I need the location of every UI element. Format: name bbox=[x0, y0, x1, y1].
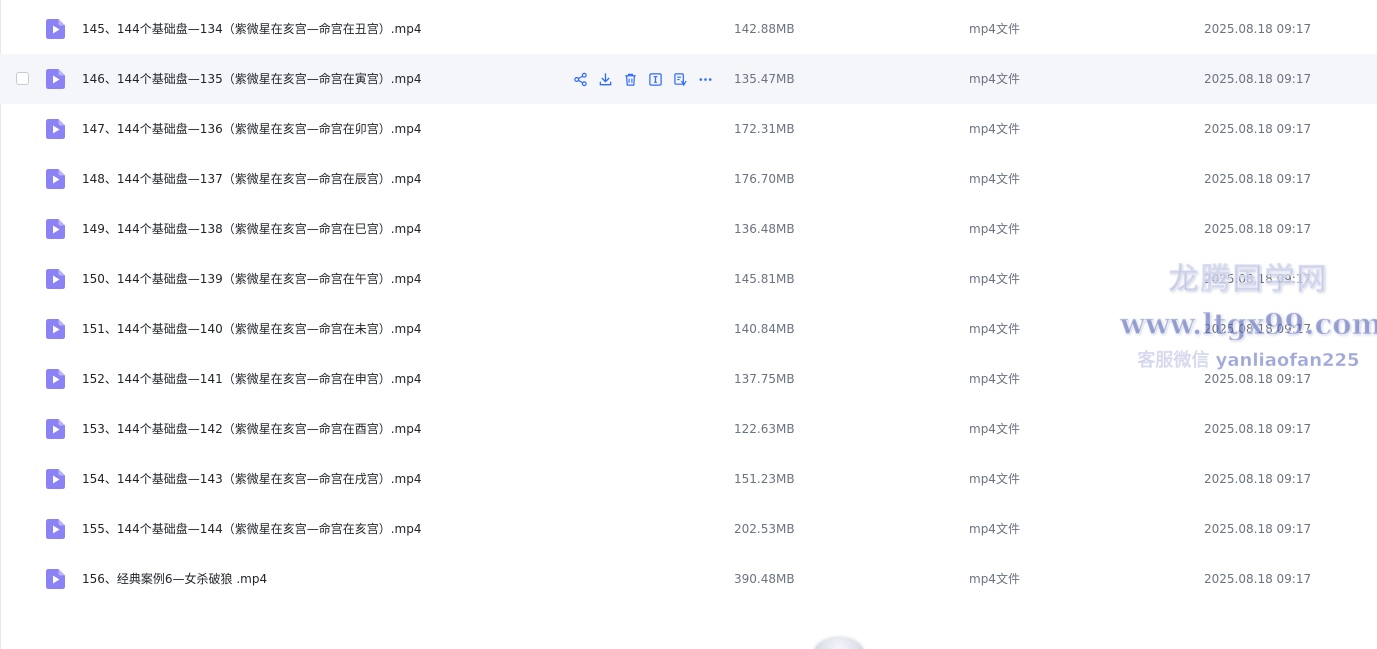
file-type: mp4文件 bbox=[969, 422, 1020, 436]
file-modified-date: 2025.08.18 09:17 bbox=[1204, 572, 1312, 586]
video-file-icon bbox=[46, 419, 65, 439]
file-size: 122.63MB bbox=[734, 422, 795, 436]
file-list: 145、144个基础盘—134（紫微星在亥宫—命宫在丑宫）.mp4 142.88M… bbox=[0, 4, 1377, 604]
video-file-icon bbox=[46, 219, 65, 239]
row-checkbox[interactable] bbox=[16, 72, 29, 85]
floating-assistant-button[interactable] bbox=[814, 638, 864, 649]
copy-icon[interactable] bbox=[673, 72, 698, 87]
file-name[interactable]: 154、144个基础盘—143（紫微星在亥宫—命宫在戌宫）.mp4 bbox=[82, 471, 421, 487]
file-size: 151.23MB bbox=[734, 472, 795, 486]
file-row[interactable]: 150、144个基础盘—139（紫微星在亥宫—命宫在午宫）.mp4 145.81M… bbox=[0, 254, 1377, 304]
file-list-page: 145、144个基础盘—134（紫微星在亥宫—命宫在丑宫）.mp4 142.88M… bbox=[0, 0, 1377, 649]
file-modified-date: 2025.08.18 09:17 bbox=[1204, 272, 1312, 286]
file-modified-date: 2025.08.18 09:17 bbox=[1204, 222, 1312, 236]
video-file-icon bbox=[46, 69, 65, 89]
file-row[interactable]: 149、144个基础盘—138（紫微星在亥宫—命宫在巳宫）.mp4 136.48M… bbox=[0, 204, 1377, 254]
file-type: mp4文件 bbox=[969, 522, 1020, 536]
file-type: mp4文件 bbox=[969, 572, 1020, 586]
file-row[interactable]: 153、144个基础盘—142（紫微星在亥宫—命宫在酉宫）.mp4 122.63M… bbox=[0, 404, 1377, 454]
row-actions bbox=[573, 70, 723, 88]
file-name[interactable]: 155、144个基础盘—144（紫微星在亥宫—命宫在亥宫）.mp4 bbox=[82, 521, 421, 537]
file-size: 202.53MB bbox=[734, 522, 795, 536]
file-name[interactable]: 153、144个基础盘—142（紫微星在亥宫—命宫在酉宫）.mp4 bbox=[82, 421, 421, 437]
video-file-icon bbox=[46, 369, 65, 389]
video-file-icon bbox=[46, 169, 65, 189]
file-modified-date: 2025.08.18 09:17 bbox=[1204, 422, 1312, 436]
file-modified-date: 2025.08.18 09:17 bbox=[1204, 122, 1312, 136]
file-size: 137.75MB bbox=[734, 372, 795, 386]
rename-icon[interactable] bbox=[648, 72, 673, 87]
file-name[interactable]: 156、经典案例6—女杀破狼 .mp4 bbox=[82, 571, 267, 587]
video-file-icon bbox=[46, 19, 65, 39]
file-row[interactable]: 151、144个基础盘—140（紫微星在亥宫—命宫在未宫）.mp4 140.84M… bbox=[0, 304, 1377, 354]
file-type: mp4文件 bbox=[969, 272, 1020, 286]
video-file-icon bbox=[46, 569, 65, 589]
file-name[interactable]: 145、144个基础盘—134（紫微星在亥宫—命宫在丑宫）.mp4 bbox=[82, 21, 421, 37]
video-file-icon bbox=[46, 119, 65, 139]
file-size: 135.47MB bbox=[734, 72, 795, 86]
file-row[interactable]: 146、144个基础盘—135（紫微星在亥宫—命宫在寅宫）.mp4 135.47M… bbox=[0, 54, 1377, 104]
file-row[interactable]: 154、144个基础盘—143（紫微星在亥宫—命宫在戌宫）.mp4 151.23M… bbox=[0, 454, 1377, 504]
file-name[interactable]: 149、144个基础盘—138（紫微星在亥宫—命宫在巳宫）.mp4 bbox=[82, 221, 421, 237]
delete-icon[interactable] bbox=[623, 72, 648, 87]
file-size: 145.81MB bbox=[734, 272, 795, 286]
file-row[interactable]: 152、144个基础盘—141（紫微星在亥宫—命宫在申宫）.mp4 137.75M… bbox=[0, 354, 1377, 404]
file-modified-date: 2025.08.18 09:17 bbox=[1204, 322, 1312, 336]
file-row[interactable]: 147、144个基础盘—136（紫微星在亥宫—命宫在卯宫）.mp4 172.31M… bbox=[0, 104, 1377, 154]
video-file-icon bbox=[46, 469, 65, 489]
file-modified-date: 2025.08.18 09:17 bbox=[1204, 372, 1312, 386]
file-modified-date: 2025.08.18 09:17 bbox=[1204, 472, 1312, 486]
file-type: mp4文件 bbox=[969, 72, 1020, 86]
file-type: mp4文件 bbox=[969, 22, 1020, 36]
download-icon[interactable] bbox=[598, 72, 623, 87]
video-file-icon bbox=[46, 319, 65, 339]
file-row[interactable]: 148、144个基础盘—137（紫微星在亥宫—命宫在辰宫）.mp4 176.70M… bbox=[0, 154, 1377, 204]
file-row[interactable]: 145、144个基础盘—134（紫微星在亥宫—命宫在丑宫）.mp4 142.88M… bbox=[0, 4, 1377, 54]
file-modified-date: 2025.08.18 09:17 bbox=[1204, 22, 1312, 36]
file-type: mp4文件 bbox=[969, 122, 1020, 136]
file-row[interactable]: 155、144个基础盘—144（紫微星在亥宫—命宫在亥宫）.mp4 202.53M… bbox=[0, 504, 1377, 554]
share-icon[interactable] bbox=[573, 72, 598, 87]
file-name[interactable]: 148、144个基础盘—137（紫微星在亥宫—命宫在辰宫）.mp4 bbox=[82, 171, 421, 187]
file-name[interactable]: 151、144个基础盘—140（紫微星在亥宫—命宫在未宫）.mp4 bbox=[82, 321, 421, 337]
file-size: 390.48MB bbox=[734, 572, 795, 586]
file-size: 172.31MB bbox=[734, 122, 795, 136]
more-icon[interactable] bbox=[698, 72, 723, 87]
video-file-icon bbox=[46, 269, 65, 289]
file-size: 142.88MB bbox=[734, 22, 795, 36]
file-size: 136.48MB bbox=[734, 222, 795, 236]
file-type: mp4文件 bbox=[969, 372, 1020, 386]
file-modified-date: 2025.08.18 09:17 bbox=[1204, 72, 1312, 86]
file-name[interactable]: 147、144个基础盘—136（紫微星在亥宫—命宫在卯宫）.mp4 bbox=[82, 121, 421, 137]
file-size: 176.70MB bbox=[734, 172, 795, 186]
file-modified-date: 2025.08.18 09:17 bbox=[1204, 522, 1312, 536]
file-size: 140.84MB bbox=[734, 322, 795, 336]
file-type: mp4文件 bbox=[969, 222, 1020, 236]
file-name[interactable]: 150、144个基础盘—139（紫微星在亥宫—命宫在午宫）.mp4 bbox=[82, 271, 421, 287]
file-row[interactable]: 156、经典案例6—女杀破狼 .mp4 390.48MB mp4文件 2025.08.… bbox=[0, 554, 1377, 604]
file-type: mp4文件 bbox=[969, 322, 1020, 336]
video-file-icon bbox=[46, 519, 65, 539]
file-type: mp4文件 bbox=[969, 472, 1020, 486]
file-type: mp4文件 bbox=[969, 172, 1020, 186]
file-modified-date: 2025.08.18 09:17 bbox=[1204, 172, 1312, 186]
file-name[interactable]: 146、144个基础盘—135（紫微星在亥宫—命宫在寅宫）.mp4 bbox=[82, 71, 421, 87]
file-name[interactable]: 152、144个基础盘—141（紫微星在亥宫—命宫在申宫）.mp4 bbox=[82, 371, 421, 387]
